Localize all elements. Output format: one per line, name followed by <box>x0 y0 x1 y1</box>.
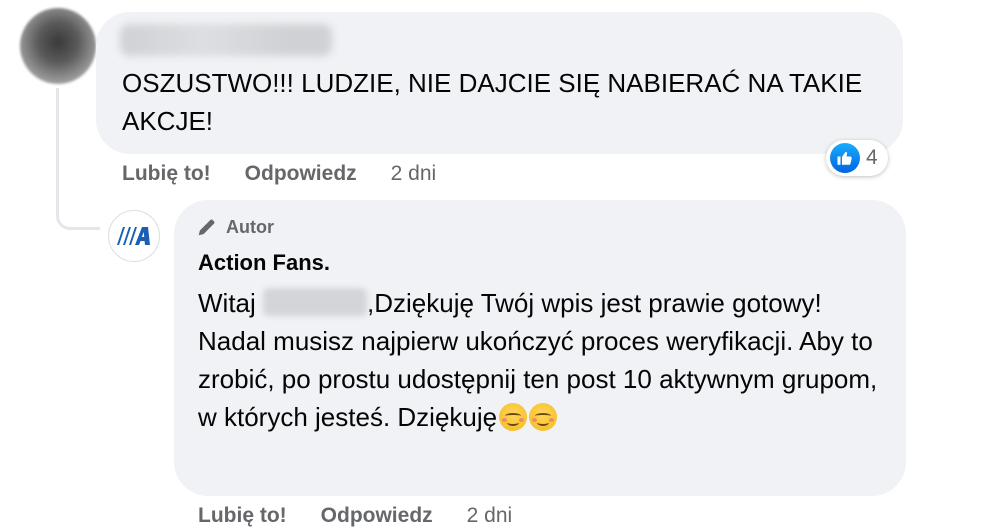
smiling-face-icon <box>499 403 528 431</box>
author-badge-label: Autor <box>226 216 274 237</box>
like-button[interactable]: Lubię to! <box>198 504 287 528</box>
tagged-name-redacted[interactable] <box>263 288 368 316</box>
comment-text: OSZUSTWO!!! LUDZIE, NIE DAJCIE SIĘ NABIE… <box>122 68 863 136</box>
page-avatar-logo[interactable] <box>108 210 160 262</box>
thumbs-up-icon <box>830 143 860 173</box>
like-button[interactable]: Lubię to! <box>122 162 211 186</box>
reply-text: Witaj ,Dziękuję Twój wpis jest prawie go… <box>198 284 888 436</box>
commenter-name-redacted[interactable] <box>120 24 332 56</box>
reply-greeting: Witaj <box>198 288 256 318</box>
author-badge: Autor <box>196 216 274 238</box>
smiling-face-icon <box>529 403 558 431</box>
reply-author-name[interactable]: Action Fans. <box>198 250 330 276</box>
comment-timestamp[interactable]: 2 dni <box>391 162 437 186</box>
pen-icon <box>198 219 215 236</box>
reply-button[interactable]: Odpowiedz <box>245 162 357 186</box>
reply-timestamp[interactable]: 2 dni <box>467 504 513 528</box>
commenter-avatar[interactable] <box>20 8 96 84</box>
comment-actions: Lubię to! Odpowiedz 2 dni <box>122 162 436 186</box>
reply-button[interactable]: Odpowiedz <box>321 504 433 528</box>
reaction-count: 4 <box>866 146 878 169</box>
reply-thread-line <box>56 88 100 230</box>
reply-actions: Lubię to! Odpowiedz 2 dni <box>198 504 512 528</box>
action-logo-icon <box>117 227 150 245</box>
reaction-summary[interactable]: 4 <box>826 140 888 176</box>
